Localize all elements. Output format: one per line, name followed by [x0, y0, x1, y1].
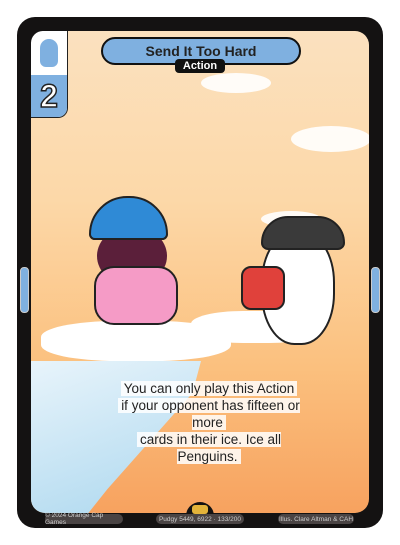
left-side-tab [20, 267, 29, 313]
penguin-flat-cap [241, 211, 345, 345]
rules-line: if your opponent has fifteen or more [118, 398, 300, 430]
right-side-tab [371, 267, 380, 313]
penguin-icon [40, 39, 58, 67]
cost-value: 2 [31, 75, 67, 117]
illustrator-credit: Illus. Clare Altman & CAH [278, 514, 354, 524]
card-type: Action [175, 59, 225, 73]
rules-line: cards in their ice. Ice all Penguins. [136, 432, 282, 464]
rules-line: You can only play this Action [120, 381, 298, 396]
cost-badge: 2 [31, 31, 68, 118]
penguin-pink-hoodie [89, 196, 179, 326]
copyright: © 2024 Orange Cap Games [45, 512, 123, 526]
set-info: Pudgy 5449, 6922 · 133/200 [156, 514, 244, 524]
rules-text: You can only play this Action if your op… [110, 380, 308, 465]
